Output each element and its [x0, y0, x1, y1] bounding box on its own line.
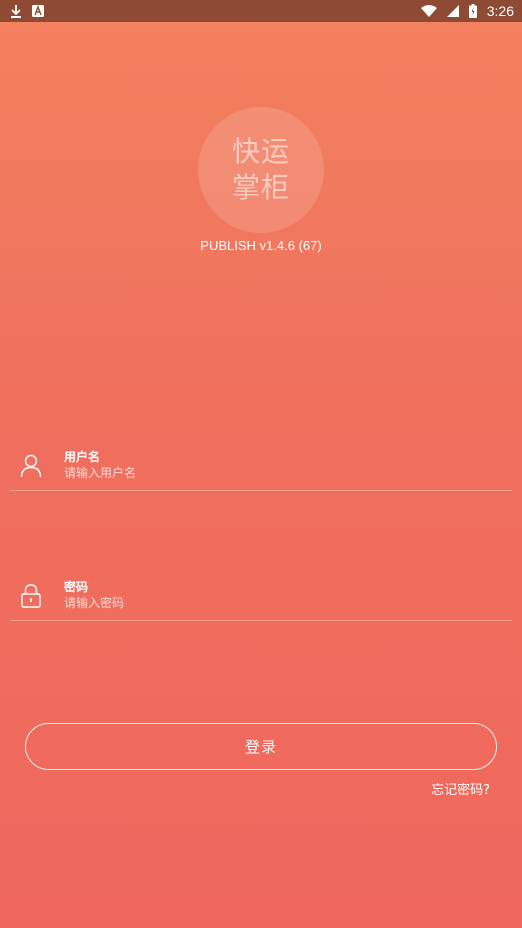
username-field[interactable]: 用户名	[10, 448, 512, 500]
cell-signal-icon	[446, 5, 459, 17]
user-icon	[20, 454, 42, 478]
username-input[interactable]	[64, 464, 484, 482]
status-bar-right: 3:26	[420, 3, 514, 19]
password-label: 密码	[64, 580, 89, 594]
username-label: 用户名	[64, 450, 101, 464]
username-divider	[10, 490, 512, 491]
version-label: PUBLISH v1.4.6 (67)	[200, 238, 322, 253]
app-logo: 快运 掌柜	[198, 107, 324, 233]
battery-icon	[468, 4, 477, 18]
forgot-password-link[interactable]: 忘记密码?	[431, 779, 490, 798]
wifi-icon	[420, 5, 437, 17]
password-field[interactable]: 密码	[10, 578, 512, 630]
lock-icon	[21, 584, 41, 608]
logo-text-line1: 快运	[231, 135, 290, 168]
status-bar: 3:26	[0, 0, 522, 22]
password-input[interactable]	[64, 594, 484, 612]
a-notification-icon	[32, 5, 44, 17]
password-divider	[10, 620, 512, 621]
download-icon	[11, 4, 21, 18]
status-time: 3:26	[486, 3, 514, 19]
login-button[interactable]: 登录	[25, 723, 497, 770]
status-bar-left	[10, 4, 44, 18]
logo-text-line2: 掌柜	[231, 171, 290, 204]
